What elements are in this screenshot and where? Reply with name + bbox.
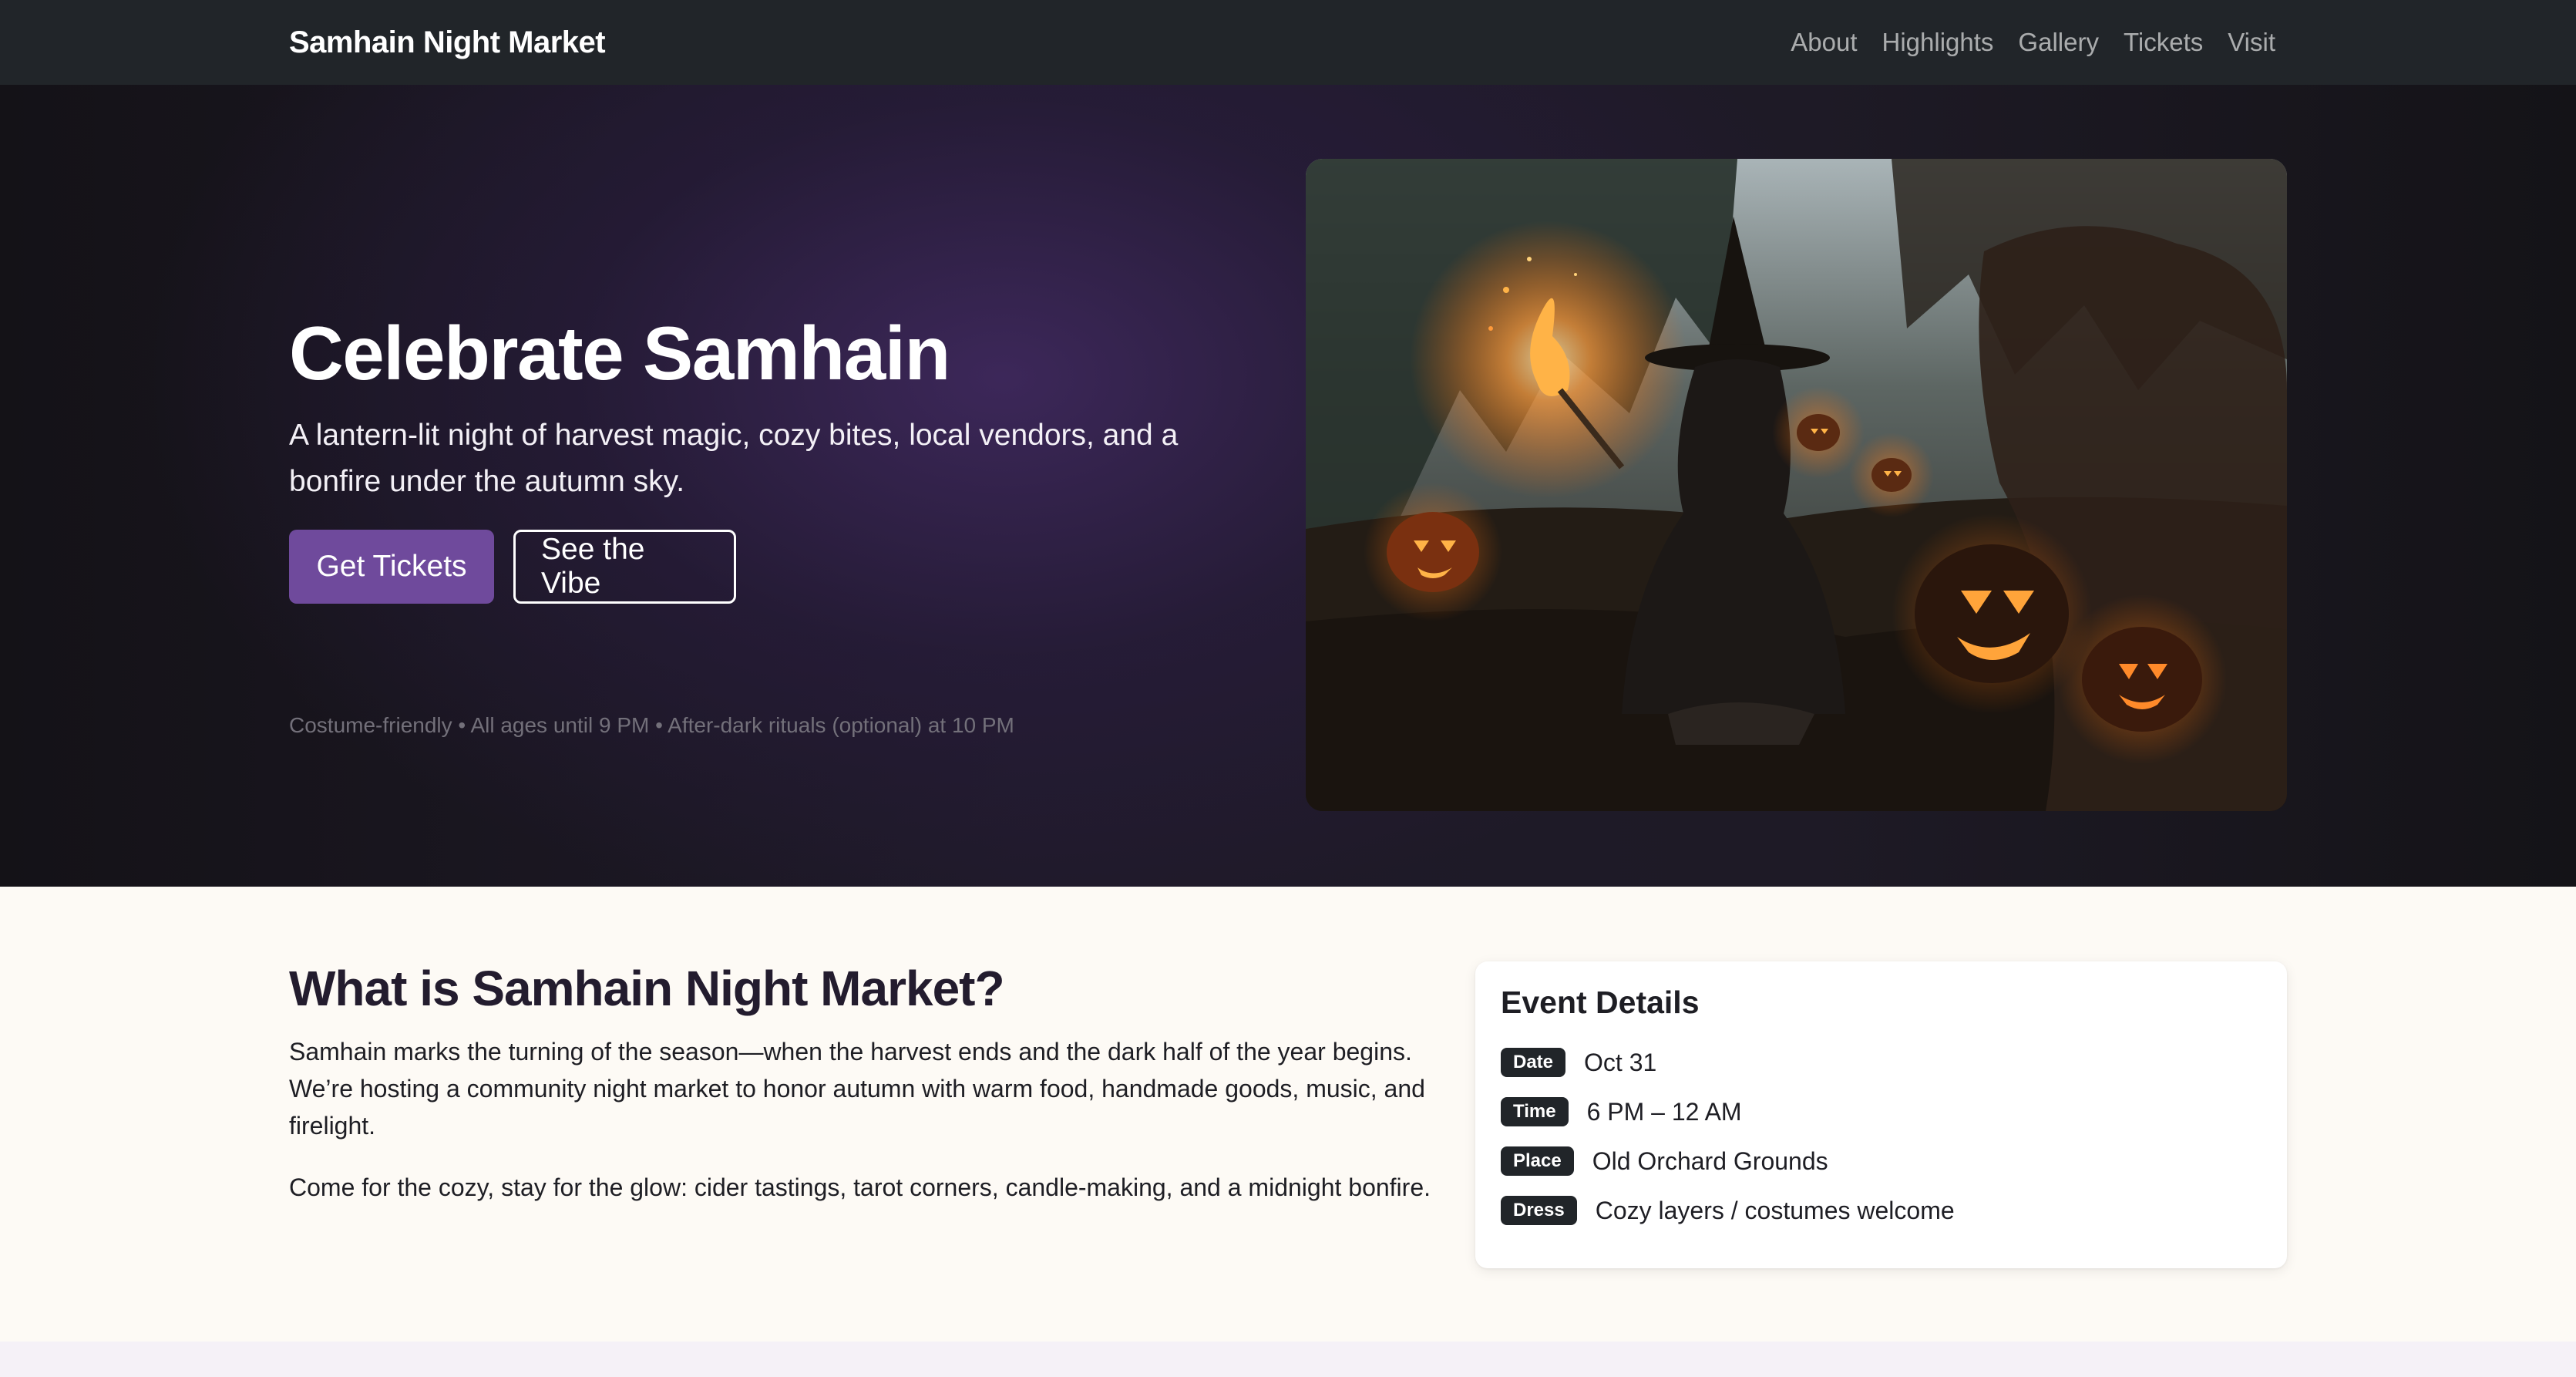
date-badge: Date [1501,1048,1566,1077]
nav-links: About Highlights Gallery Tickets Visit [1791,0,2275,85]
event-details-card: Event Details Date Oct 31 Time 6 PM – 12… [1475,961,2287,1268]
time-value: 6 PM – 12 AM [1586,1097,1742,1126]
about-paragraph-1: Samhain marks the turning of the season—… [289,1038,1425,1140]
witch-pumpkin-illustration [1306,159,2287,811]
event-detail-date: Date Oct 31 [1501,1048,1656,1077]
hero-note: Costume-friendly • All ages until 9 PM •… [289,713,1014,737]
navbar: Samhain Night Market About Highlights Ga… [0,0,2576,85]
time-badge: Time [1501,1097,1569,1126]
event-details-title: Event Details [1501,985,1700,1020]
get-tickets-button[interactable]: Get Tickets [289,530,494,604]
hero-lead: A lantern-lit night of harvest magic, co… [289,419,1179,498]
about-section: What is Samhain Night Market? Samhain ma… [0,887,2576,1342]
next-section-edge [0,1342,2576,1377]
hero-image-witch-pumpkins [1306,159,2287,811]
dress-value: Cozy layers / costumes welcome [1595,1196,1955,1224]
nav-link-highlights[interactable]: Highlights [1882,28,1994,57]
place-badge: Place [1501,1146,1574,1176]
nav-link-visit[interactable]: Visit [2228,28,2275,57]
date-value: Oct 31 [1584,1048,1657,1076]
hero-section: Celebrate Samhain A lantern-lit night of… [0,85,2576,887]
hero-buttons: Get Tickets See the Vibe [289,530,736,604]
nav-link-gallery[interactable]: Gallery [2018,28,2099,57]
nav-link-tickets[interactable]: Tickets [2124,28,2203,57]
event-detail-dress: Dress Cozy layers / costumes welcome [1501,1196,1955,1225]
about-title: What is Samhain Night Market? [289,961,1005,1016]
see-the-vibe-button[interactable]: See the Vibe [513,530,736,604]
dress-badge: Dress [1501,1196,1577,1225]
brand-link[interactable]: Samhain Night Market [289,0,606,85]
hero-title: Celebrate Samhain [289,311,950,396]
event-detail-place: Place Old Orchard Grounds [1501,1146,1828,1176]
about-paragraph-2: Come for the cozy, stay for the glow: ci… [289,1173,1431,1201]
place-value: Old Orchard Grounds [1592,1146,1828,1175]
event-detail-time: Time 6 PM – 12 AM [1501,1097,1742,1126]
nav-link-about[interactable]: About [1791,28,1857,57]
